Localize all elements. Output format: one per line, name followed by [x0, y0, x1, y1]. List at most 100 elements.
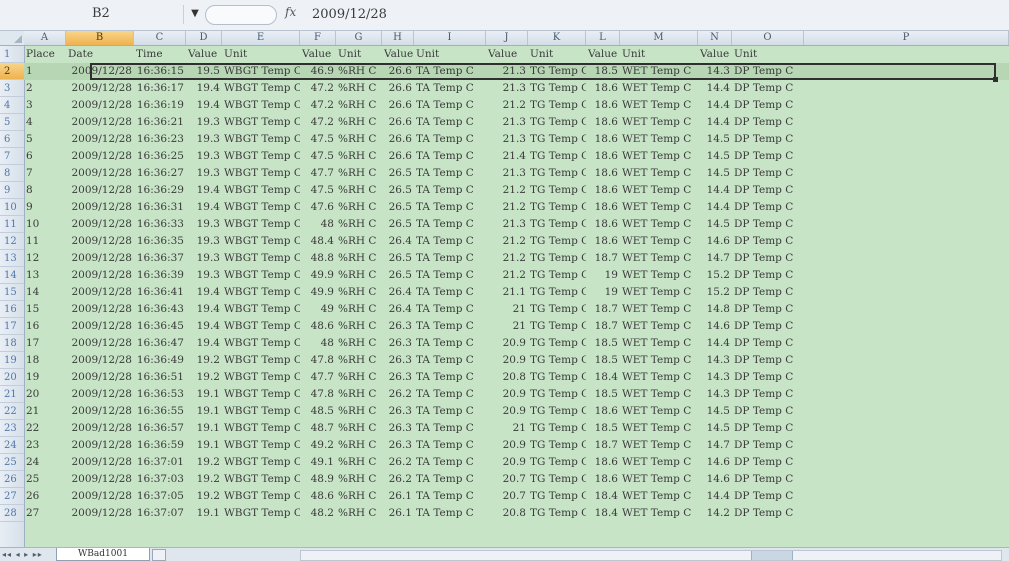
table-cell[interactable]: 6: [24, 148, 66, 165]
table-cell[interactable]: 19.2: [186, 488, 222, 505]
table-cell[interactable]: TG Temp C: [528, 97, 586, 114]
table-cell[interactable]: 2009/12/28: [66, 352, 134, 369]
table-cell[interactable]: 14.8: [698, 301, 732, 318]
table-cell[interactable]: WBGT Temp C: [222, 471, 300, 488]
table-cell[interactable]: 19.4: [186, 80, 222, 97]
table-cell[interactable]: DP Temp C: [732, 335, 804, 352]
table-cell[interactable]: TA Temp C: [414, 267, 486, 284]
table-cell[interactable]: DP Temp C: [732, 318, 804, 335]
table-cell[interactable]: TG Temp C: [528, 233, 586, 250]
table-cell[interactable]: 14.6: [698, 471, 732, 488]
table-cell[interactable]: 2009/12/28: [66, 267, 134, 284]
table-cell[interactable]: WET Temp C: [620, 80, 698, 97]
table-cell[interactable]: DP Temp C: [732, 369, 804, 386]
table-cell[interactable]: 20.7: [486, 488, 528, 505]
table-cell[interactable]: TA Temp C: [414, 63, 486, 80]
table-cell[interactable]: 19.4: [186, 97, 222, 114]
table-cell[interactable]: 26.3: [382, 352, 414, 369]
table-cell[interactable]: 19.2: [186, 454, 222, 471]
table-cell[interactable]: TA Temp C: [414, 148, 486, 165]
table-cell[interactable]: 18.7: [586, 437, 620, 454]
row-header-14[interactable]: 14: [0, 267, 24, 284]
table-cell[interactable]: TG Temp C: [528, 301, 586, 318]
chevron-down-icon[interactable]: ▼: [188, 4, 202, 24]
column-title[interactable]: Unit: [414, 46, 486, 63]
table-cell[interactable]: 14.5: [698, 216, 732, 233]
table-cell[interactable]: 48.2: [300, 505, 336, 522]
table-cell[interactable]: 13: [24, 267, 66, 284]
row-header-15[interactable]: 15: [0, 284, 24, 301]
table-cell[interactable]: 20.7: [486, 471, 528, 488]
table-cell[interactable]: 21.2: [486, 267, 528, 284]
table-cell[interactable]: 18.4: [586, 505, 620, 522]
table-cell[interactable]: TG Temp C: [528, 386, 586, 403]
table-cell[interactable]: %RH C: [336, 63, 382, 80]
table-cell[interactable]: TG Temp C: [528, 420, 586, 437]
table-cell[interactable]: WBGT Temp C: [222, 148, 300, 165]
table-cell[interactable]: %RH C: [336, 114, 382, 131]
column-header-d[interactable]: D: [186, 31, 222, 45]
table-cell[interactable]: 21.2: [486, 97, 528, 114]
table-cell[interactable]: WET Temp C: [620, 335, 698, 352]
table-cell[interactable]: WBGT Temp C: [222, 97, 300, 114]
table-cell[interactable]: 48: [300, 216, 336, 233]
table-cell[interactable]: TG Temp C: [528, 335, 586, 352]
table-cell[interactable]: %RH C: [336, 454, 382, 471]
table-cell[interactable]: 20.8: [486, 369, 528, 386]
table-cell[interactable]: 21.2: [486, 233, 528, 250]
table-cell[interactable]: %RH C: [336, 182, 382, 199]
table-cell[interactable]: 18.5: [586, 63, 620, 80]
table-cell[interactable]: DP Temp C: [732, 505, 804, 522]
table-cell[interactable]: 16: [24, 318, 66, 335]
table-cell[interactable]: TG Temp C: [528, 318, 586, 335]
table-cell[interactable]: WET Temp C: [620, 505, 698, 522]
table-cell[interactable]: 18.6: [586, 80, 620, 97]
table-cell[interactable]: DP Temp C: [732, 114, 804, 131]
table-cell[interactable]: 16:36:25: [134, 148, 186, 165]
table-cell[interactable]: 21: [486, 318, 528, 335]
table-cell[interactable]: 26.1: [382, 505, 414, 522]
table-cell[interactable]: %RH C: [336, 199, 382, 216]
insert-function-icon[interactable]: fx: [285, 5, 296, 19]
table-cell[interactable]: TG Temp C: [528, 471, 586, 488]
table-cell[interactable]: TA Temp C: [414, 301, 486, 318]
table-cell[interactable]: WET Temp C: [620, 471, 698, 488]
table-cell[interactable]: 18.6: [586, 114, 620, 131]
table-cell[interactable]: %RH C: [336, 488, 382, 505]
table-cell[interactable]: WET Temp C: [620, 165, 698, 182]
table-cell[interactable]: 14.4: [698, 97, 732, 114]
table-cell[interactable]: 21.3: [486, 63, 528, 80]
table-cell[interactable]: WBGT Temp C: [222, 267, 300, 284]
column-title[interactable]: Value: [382, 46, 414, 63]
table-cell[interactable]: 21.1: [486, 284, 528, 301]
table-cell[interactable]: 49.9: [300, 284, 336, 301]
table-cell[interactable]: 3: [24, 97, 66, 114]
table-cell[interactable]: 16:36:55: [134, 403, 186, 420]
table-cell[interactable]: 26.6: [382, 63, 414, 80]
row-header-3[interactable]: 3: [0, 80, 24, 97]
column-header-o[interactable]: O: [732, 31, 804, 45]
table-cell[interactable]: 26: [24, 488, 66, 505]
table-cell[interactable]: %RH C: [336, 437, 382, 454]
row-header-26[interactable]: 26: [0, 471, 24, 488]
table-cell[interactable]: 48.5: [300, 403, 336, 420]
table-cell[interactable]: 16:36:17: [134, 80, 186, 97]
table-cell[interactable]: 2009/12/28: [66, 199, 134, 216]
table-cell[interactable]: 19.1: [186, 403, 222, 420]
table-cell[interactable]: 10: [24, 216, 66, 233]
table-cell[interactable]: 14.4: [698, 335, 732, 352]
table-cell[interactable]: 16:36:29: [134, 182, 186, 199]
table-cell[interactable]: 2009/12/28: [66, 437, 134, 454]
table-cell[interactable]: 14.3: [698, 386, 732, 403]
table-cell[interactable]: 21.3: [486, 165, 528, 182]
table-cell[interactable]: 48.6: [300, 318, 336, 335]
table-cell[interactable]: TG Temp C: [528, 454, 586, 471]
table-cell[interactable]: 19.3: [186, 233, 222, 250]
table-cell[interactable]: 14.4: [698, 199, 732, 216]
table-cell[interactable]: 19.3: [186, 250, 222, 267]
table-cell[interactable]: %RH C: [336, 352, 382, 369]
table-cell[interactable]: DP Temp C: [732, 403, 804, 420]
table-cell[interactable]: 11: [24, 233, 66, 250]
table-cell[interactable]: WBGT Temp C: [222, 386, 300, 403]
column-header-c[interactable]: C: [134, 31, 186, 45]
